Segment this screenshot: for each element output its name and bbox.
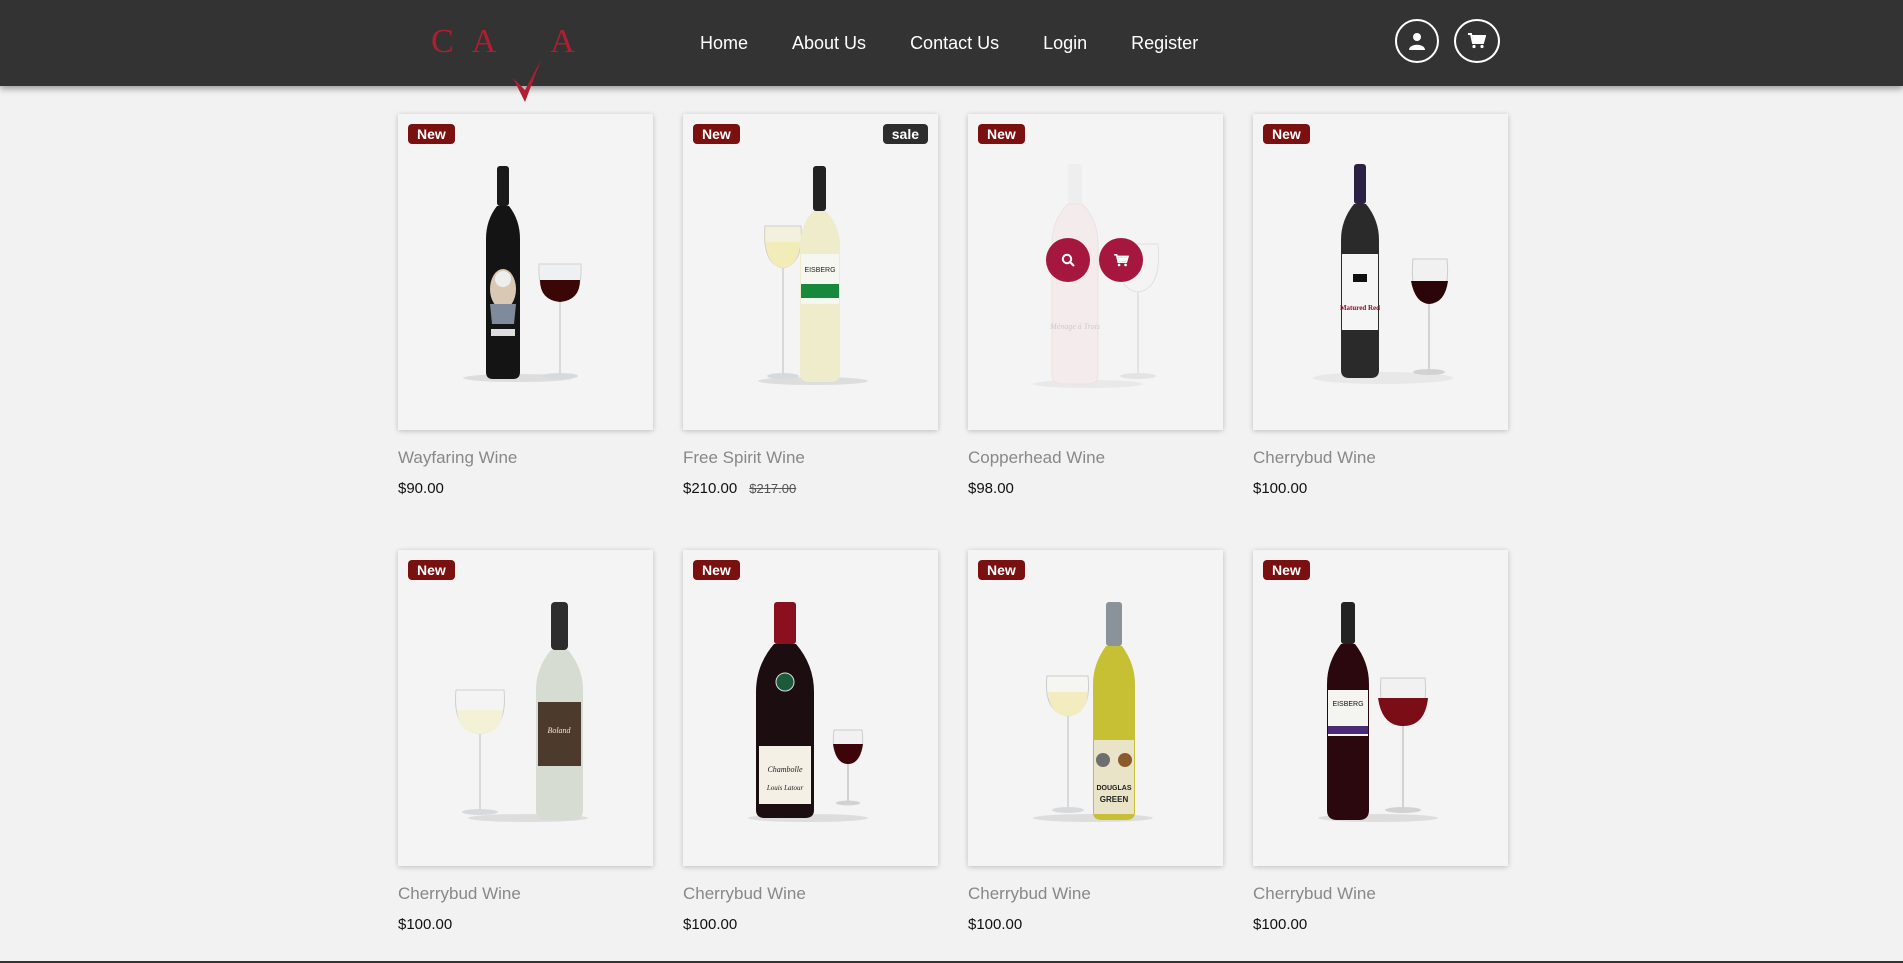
price-row: $100.00 bbox=[683, 916, 938, 933]
price-row: $98.00 bbox=[968, 480, 1223, 497]
svg-text:Matured Red: Matured Red bbox=[1340, 304, 1380, 312]
nav-home[interactable]: Home bbox=[700, 33, 748, 54]
nav-about-us[interactable]: About Us bbox=[792, 33, 866, 54]
product-image[interactable]: New Ménage à Trois bbox=[968, 114, 1223, 430]
add-to-cart-button[interactable] bbox=[1099, 238, 1143, 282]
cart-icon bbox=[1113, 253, 1129, 266]
nav-contact-us[interactable]: Contact Us bbox=[910, 33, 999, 54]
cart-icon bbox=[1468, 33, 1486, 49]
new-badge: New bbox=[1263, 124, 1310, 144]
product-price: $100.00 bbox=[683, 916, 738, 933]
price-row: $100.00 bbox=[1253, 916, 1508, 933]
site-header: C A A Home About Us Contact Us Login Reg… bbox=[0, 0, 1903, 102]
product-name[interactable]: Cherrybud Wine bbox=[683, 884, 938, 904]
product-price: $90.00 bbox=[398, 480, 444, 497]
product-card[interactable]: New EISBERG Cherrybud Wine $100.00 bbox=[1253, 550, 1508, 933]
svg-text:GREEN: GREEN bbox=[1100, 795, 1129, 804]
price-row: $100.00 bbox=[398, 916, 653, 933]
wine-bottle-image: Boland bbox=[455, 602, 588, 822]
product-price: $100.00 bbox=[1253, 480, 1308, 497]
product-card[interactable]: New Chambolle Louis Latour Cherrybud Win… bbox=[683, 550, 938, 933]
product-price: $210.00 bbox=[683, 480, 738, 497]
svg-text:Ménage à Trois: Ménage à Trois bbox=[1049, 322, 1100, 331]
logo-letter-a2: A bbox=[550, 23, 593, 60]
product-image[interactable]: New bbox=[398, 114, 653, 430]
wine-bottle-image: EISBERG bbox=[1318, 602, 1438, 822]
product-name[interactable]: Copperhead Wine bbox=[968, 448, 1223, 468]
price-row: $100.00 bbox=[1253, 480, 1508, 497]
logo-letter-c: C bbox=[431, 23, 472, 60]
bottle-label-text: EISBERG bbox=[804, 267, 835, 274]
logo-letter-a: A bbox=[471, 23, 515, 60]
sale-badge: sale bbox=[882, 124, 928, 144]
wine-bottle-image: DOUGLAS GREEN bbox=[1033, 602, 1153, 822]
product-name[interactable]: Cherrybud Wine bbox=[1253, 448, 1508, 468]
product-price: $100.00 bbox=[398, 916, 453, 933]
product-name[interactable]: Cherrybud Wine bbox=[398, 884, 653, 904]
price-row: $90.00 bbox=[398, 480, 653, 497]
svg-text:EISBERG: EISBERG bbox=[1332, 701, 1363, 708]
new-badge: New bbox=[1263, 560, 1310, 580]
price-row: $210.00 $217.00 bbox=[683, 480, 938, 497]
user-icon bbox=[1409, 33, 1425, 50]
product-card[interactable]: New Boland Cherrybud Wine $100.00 bbox=[398, 550, 653, 933]
new-badge: New bbox=[978, 560, 1025, 580]
product-card[interactable]: New Matured Red Cherrybud Wine $100.00 bbox=[1253, 114, 1508, 497]
new-badge: New bbox=[693, 124, 740, 144]
new-badge: New bbox=[693, 560, 740, 580]
new-badge: New bbox=[408, 560, 455, 580]
product-name[interactable]: Free Spirit Wine bbox=[683, 448, 938, 468]
product-image[interactable]: New Boland bbox=[398, 550, 653, 866]
product-name[interactable]: Cherrybud Wine bbox=[1253, 884, 1508, 904]
product-card[interactable]: New sale EISBERG Free Spirit Wine $210.0… bbox=[683, 114, 938, 497]
product-image[interactable]: New sale EISBERG bbox=[683, 114, 938, 430]
product-image[interactable]: New Matured Red bbox=[1253, 114, 1508, 430]
original-price: $217.00 bbox=[749, 481, 797, 496]
product-price: $100.00 bbox=[968, 916, 1023, 933]
product-image[interactable]: New DOUGLAS GREEN bbox=[968, 550, 1223, 866]
new-badge: New bbox=[408, 124, 455, 144]
wine-bottle-image: EISBERG bbox=[758, 166, 868, 385]
product-price: $98.00 bbox=[968, 480, 1014, 497]
product-card[interactable]: New Wayfaring Wine $90.00 bbox=[398, 114, 653, 497]
product-image[interactable]: New Chambolle Louis Latour bbox=[683, 550, 938, 866]
product-price: $100.00 bbox=[1253, 916, 1308, 933]
main-nav: Home About Us Contact Us Login Register bbox=[700, 0, 1242, 86]
nav-login[interactable]: Login bbox=[1043, 33, 1087, 54]
product-name[interactable]: Cherrybud Wine bbox=[968, 884, 1223, 904]
wine-bottle-image: Matured Red bbox=[1313, 164, 1453, 384]
svg-text:Boland: Boland bbox=[547, 726, 571, 735]
svg-text:Louis Latour: Louis Latour bbox=[766, 784, 804, 792]
search-icon bbox=[1061, 253, 1075, 267]
svg-text:DOUGLAS: DOUGLAS bbox=[1097, 785, 1132, 792]
cava-logo[interactable]: C A A bbox=[431, 20, 593, 102]
wine-bottle-image: Ménage à Trois bbox=[1033, 164, 1160, 388]
quick-view-button[interactable] bbox=[1046, 238, 1090, 282]
wine-bottle-image bbox=[463, 166, 582, 382]
nav-register[interactable]: Register bbox=[1131, 33, 1198, 54]
cart-button[interactable] bbox=[1454, 19, 1500, 63]
svg-text:Chambolle: Chambolle bbox=[767, 765, 803, 774]
product-image[interactable]: New EISBERG bbox=[1253, 550, 1508, 866]
product-name[interactable]: Wayfaring Wine bbox=[398, 448, 653, 468]
wine-bottle-image: Chambolle Louis Latour bbox=[748, 602, 868, 822]
product-card[interactable]: New Ménage à Trois Copperhead Wine $98.0… bbox=[968, 114, 1223, 497]
account-button[interactable] bbox=[1395, 19, 1439, 63]
price-row: $100.00 bbox=[968, 916, 1223, 933]
product-card[interactable]: New DOUGLAS GREEN Cherrybud Wine $100.00 bbox=[968, 550, 1223, 933]
